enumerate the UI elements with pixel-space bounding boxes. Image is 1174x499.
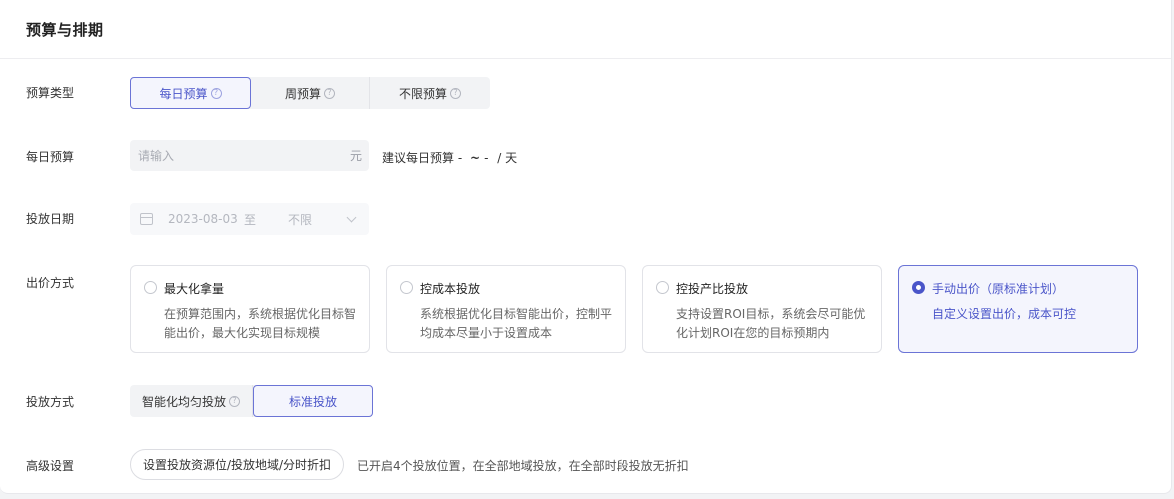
budget-type-option-unlimited[interactable]: 不限预算 ? [370,77,490,109]
bid-option-desc: 在预算范围内，系统根据优化目标智能出价，最大化实现目标规模 [164,307,357,340]
radio-button[interactable] [656,281,669,294]
budget-type-option-label: 每日预算 [159,86,208,101]
delivery-option-label: 智能化均匀投放 [141,394,226,409]
bid-option-max-volume[interactable]: 最大化拿量 在预算范围内，系统根据优化目标智能出价，最大化实现目标规模 [130,265,370,353]
bid-option-title: 控成本投放 [420,282,481,296]
help-icon[interactable]: ? [450,87,461,99]
suggest-max: - [484,151,489,165]
start-date[interactable]: 2023-08-03 [168,212,244,226]
bid-option-cost-control[interactable]: 控成本投放 系统根据优化目标智能出价，控制平均成本尽量小于设置成本 [386,265,626,353]
suggest-min: - [457,151,463,165]
delivery-option-standard[interactable]: 标准投放 [253,385,373,417]
radio-button[interactable] [144,281,157,294]
bid-option-manual[interactable]: 手动出价（原标准计划） 自定义设置出价，成本可控 [898,265,1138,353]
bid-method-label: 出价方式 [26,276,75,290]
bid-option-title: 手动出价（原标准计划） [932,282,1065,296]
schedule-label: 投放日期 [26,212,75,226]
currency-unit: 元 [349,149,362,163]
delivery-option-smooth[interactable]: 智能化均匀投放 ? [130,385,253,417]
chevron-down-icon[interactable] [346,212,357,222]
suggest-suffix: / 天 [497,151,518,165]
end-date[interactable]: 不限 [288,211,348,228]
advanced-settings-label: 高级设置 [26,459,75,473]
daily-budget-input[interactable] [138,148,328,163]
calendar-icon [140,213,153,225]
suggest-prefix: 建议每日预算 [382,151,455,165]
delivery-method-label: 投放方式 [26,395,75,409]
budget-type-label: 预算类型 [26,86,75,100]
advanced-settings-button[interactable]: 设置投放资源位/投放地域/分时折扣 [130,449,344,480]
bid-option-desc: 系统根据优化目标智能出价，控制平均成本尽量小于设置成本 [420,307,613,340]
budget-type-option-weekly[interactable]: 周预算 ? [251,77,370,109]
delivery-method-segmented: 智能化均匀投放 ? 标准投放 [130,385,373,417]
help-icon[interactable]: ? [210,87,222,99]
bid-option-desc: 自定义设置出价，成本可控 [932,307,1077,321]
date-separator: 至 [244,212,257,227]
bid-option-title: 最大化拿量 [164,282,225,296]
bid-option-roi-control[interactable]: 控投产比投放 支持设置ROI目标，系统会尽可能优化计划ROI在您的目标预期内 [642,265,882,353]
section-title: 预算与排期 [26,20,104,39]
budget-type-option-daily[interactable]: 每日预算 ? [130,77,251,109]
radio-button-checked[interactable] [912,281,925,294]
suggest-separator: ~ [470,151,481,165]
help-icon[interactable]: ? [229,395,240,407]
date-range-picker[interactable]: 2023-08-03 至 不限 [130,203,369,235]
section-header: 预算与排期 [0,0,1171,59]
suggested-budget: 建议每日预算 - ~ - / 天 [382,149,517,166]
budget-type-option-label: 周预算 [284,86,321,101]
daily-budget-field: 元 [130,140,369,171]
radio-button[interactable] [400,281,413,294]
advanced-settings-summary: 已开启4个投放位置，在全部地域投放，在全部时段投放无折扣 [357,459,689,473]
budget-type-segmented: 每日预算 ? 周预算 ? 不限预算 ? [130,77,490,109]
help-icon[interactable]: ? [324,87,335,99]
budget-type-option-label: 不限预算 [398,86,447,101]
daily-budget-label: 每日预算 [26,150,75,164]
delivery-option-label: 标准投放 [288,394,337,409]
bid-option-desc: 支持设置ROI目标，系统会尽可能优化计划ROI在您的目标预期内 [676,307,866,340]
budget-schedule-panel: 预算与排期 预算类型 每日预算 ? 周预算 ? 不限预算 ? 每日预算 元 建议… [0,0,1172,494]
bid-option-title: 控投产比投放 [676,282,749,296]
